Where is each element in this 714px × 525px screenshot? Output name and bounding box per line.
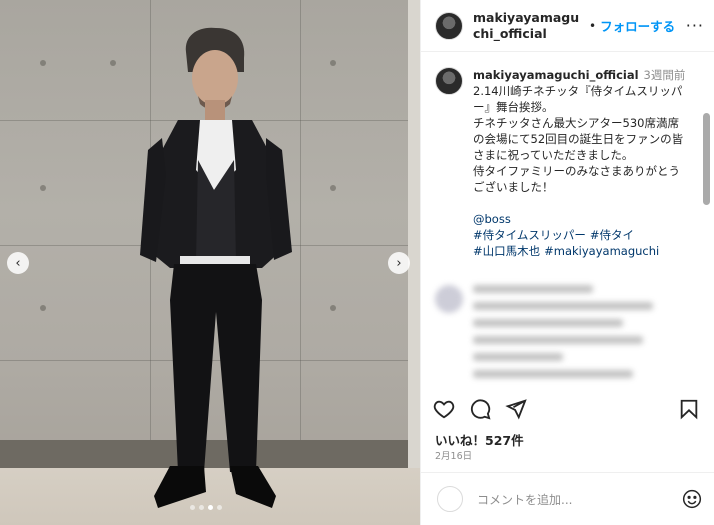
hashtag-link[interactable]: #makiyayamaguchi: [544, 244, 659, 258]
blurred-comment: [435, 285, 700, 387]
post-photo[interactable]: ‹ ›: [0, 0, 420, 525]
post-header: makiyayamaguchi_official • フォローする ···: [421, 0, 714, 52]
carousel-indicator: [190, 505, 222, 510]
post-time[interactable]: 3週間前: [644, 68, 686, 82]
hashtag-link[interactable]: #山口馬木也: [473, 244, 540, 258]
carousel-dot: [208, 505, 213, 510]
carousel-dot: [199, 505, 204, 510]
emoji-icon[interactable]: [682, 489, 702, 509]
author-username[interactable]: makiyayamaguchi_official: [473, 10, 585, 42]
bookmark-icon[interactable]: [678, 398, 700, 420]
author-avatar[interactable]: [435, 11, 463, 40]
header-separator: •: [589, 18, 597, 33]
more-options-icon[interactable]: ···: [686, 16, 704, 35]
chevron-right-icon: ›: [396, 255, 402, 271]
caption-text: 2.14川崎チネチッタ『侍タイムスリッパー』舞台挨拶。 チネチッタさん最大シアタ…: [473, 84, 684, 194]
carousel-dot: [190, 505, 195, 510]
mention-link[interactable]: @boss: [473, 212, 511, 226]
action-bar: [433, 398, 700, 420]
carousel-prev-button[interactable]: ‹: [7, 252, 29, 274]
carousel-next-button[interactable]: ›: [388, 252, 410, 274]
carousel-dot: [217, 505, 222, 510]
add-comment-bar: コメントを追加...: [421, 472, 714, 525]
caption-tags: @boss #侍タイムスリッパー #侍タイ #山口馬木也 #makiyayamagu…: [473, 211, 687, 259]
commenter-avatar: [435, 285, 463, 313]
post-date[interactable]: 2月16日: [435, 448, 472, 462]
hashtag-link[interactable]: #侍タイムスリッパー: [473, 228, 586, 242]
send-icon[interactable]: [505, 398, 527, 420]
comments-scroll-area[interactable]: makiyayamaguchi_official 3週間前 2.14川崎チネチッタ…: [421, 53, 714, 388]
chevron-left-icon: ‹: [15, 255, 21, 271]
person-figure: [140, 27, 292, 508]
caption-username[interactable]: makiyayamaguchi_official: [473, 68, 639, 82]
hashtag-link[interactable]: #侍タイ: [590, 228, 634, 242]
post-caption: makiyayamaguchi_official 3週間前 2.14川崎チネチッタ…: [435, 67, 700, 259]
comment-input[interactable]: コメントを追加...: [477, 491, 572, 508]
comment-icon[interactable]: [469, 398, 491, 420]
scrollbar-thumb[interactable]: [703, 113, 710, 205]
follow-button[interactable]: フォローする: [600, 16, 675, 35]
like-count[interactable]: いいね！527件: [435, 430, 524, 449]
caption-avatar[interactable]: [435, 67, 463, 95]
viewer-avatar: [437, 486, 463, 512]
post-panel: makiyayamaguchi_official • フォローする ··· ma…: [420, 0, 714, 525]
heart-icon[interactable]: [433, 398, 455, 420]
